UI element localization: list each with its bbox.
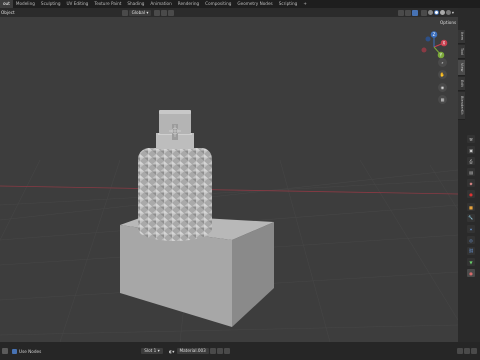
perspective-grid-icon[interactable]: ▦ [438, 95, 447, 104]
shading-options-icon[interactable]: ▾ [452, 10, 454, 15]
tab-sculpting[interactable]: Sculpting [38, 0, 64, 8]
slot-label: Slot 1 [144, 348, 157, 353]
unlink-material-icon[interactable] [223, 348, 230, 354]
snap-icon[interactable] [161, 9, 168, 16]
tab-layout[interactable]: out [0, 0, 13, 8]
scene-canvas [0, 110, 458, 342]
sidebar-tab-item[interactable]: Item [458, 30, 465, 44]
duplicate-material-icon[interactable] [209, 348, 216, 354]
options-label: Options [440, 20, 457, 25]
render-properties-icon[interactable]: ▣ [467, 146, 475, 154]
proportional-icon[interactable] [168, 9, 175, 16]
fake-user-icon[interactable] [216, 348, 223, 354]
gizmo-toggle-icon[interactable] [404, 9, 411, 16]
object-menu[interactable]: Object [1, 10, 15, 15]
perfume-bottle [138, 110, 212, 241]
gizmo-x-label: X [443, 41, 446, 46]
sidebar-tab-tool[interactable]: Tool [458, 45, 465, 59]
material-properties-icon[interactable]: ● [467, 269, 475, 277]
tab-geometry-nodes[interactable]: Geometry Nodes [234, 0, 275, 8]
world-properties-icon[interactable]: ● [467, 190, 475, 198]
slot-dropdown[interactable]: Slot 1 ▾ [141, 348, 163, 354]
material-sphere-icon[interactable]: ◐▾ [169, 349, 175, 354]
navigation-gizmo[interactable]: X Z Y [414, 31, 454, 71]
workspace-tabs: out Modeling Sculpting UV Editing Textur… [0, 0, 480, 8]
orientation-label: Global [131, 9, 145, 15]
pan-hand-icon[interactable]: ✋ [438, 70, 447, 79]
xray-icon[interactable] [420, 9, 427, 16]
gizmo-z-label: Z [433, 32, 436, 37]
tab-uv-editing[interactable]: UV Editing [63, 0, 91, 8]
shading-rendered-icon[interactable] [445, 10, 451, 15]
use-nodes-checkbox[interactable] [12, 348, 17, 354]
gizmo-y-label: Y [439, 53, 443, 58]
tab-modeling[interactable]: Modeling [13, 0, 38, 8]
shading-material-icon[interactable] [439, 10, 445, 15]
zoom-icon[interactable]: ⌕ [438, 58, 447, 67]
options-dropdown[interactable]: Options [440, 20, 456, 25]
viewport-header: Object Global ▾ ▾ [0, 8, 458, 17]
output-properties-icon[interactable]: ⎙ [467, 157, 475, 165]
tab-compositing[interactable]: Compositing [202, 0, 234, 8]
tab-shading[interactable]: Shading [124, 0, 147, 8]
use-nodes-label: Use Nodes [19, 348, 42, 354]
data-properties-icon[interactable]: ▼ [467, 258, 475, 266]
add-workspace-button[interactable]: + [300, 0, 310, 8]
editor-type-icon[interactable] [2, 348, 8, 354]
overlay-toggle-icon[interactable] [411, 9, 418, 16]
tab-rendering[interactable]: Rendering [175, 0, 202, 8]
material-label: Material.003 [179, 348, 206, 353]
sidebar-tab-edit[interactable]: Edit [458, 77, 465, 91]
pin-icon[interactable] [457, 348, 463, 354]
camera-icon[interactable]: ◉ [438, 83, 447, 92]
x-axis-line [0, 185, 458, 195]
tab-scripting[interactable]: Scripting [276, 0, 301, 8]
particles-icon[interactable]: ✶ [467, 225, 475, 233]
shading-solid-icon[interactable] [433, 10, 439, 15]
object-properties-icon[interactable]: ■ [467, 203, 475, 211]
orientation-icon [121, 9, 128, 16]
sidebar-tab-view[interactable]: View [458, 60, 465, 76]
orientation-dropdown[interactable]: Global ▾ [128, 9, 152, 16]
pivot-icon[interactable] [154, 9, 161, 16]
constraints-icon[interactable]: ⛓ [467, 247, 475, 255]
node-tree-icon[interactable] [464, 348, 470, 354]
shading-wire-icon[interactable] [427, 10, 433, 15]
modifier-properties-icon[interactable]: 🔧 [467, 214, 475, 222]
material-name-field[interactable]: Material.003 [176, 348, 209, 354]
physics-icon[interactable]: ◎ [467, 236, 475, 244]
bottom-bar: Use Nodes Slot 1 ▾ ◐▾ Material.003 [0, 342, 480, 360]
tool-properties-icon[interactable]: ⚒ [467, 135, 475, 143]
view-layer-icon[interactable]: ▤ [467, 168, 475, 176]
overlay-icon[interactable] [471, 348, 477, 354]
visibility-icon[interactable] [397, 9, 404, 16]
tab-texture-paint[interactable]: Texture Paint [91, 0, 124, 8]
sidebar-tab-blenderkit[interactable]: BlenderKit [458, 92, 465, 120]
tab-animation[interactable]: Animation [147, 0, 174, 8]
scene-properties-icon[interactable]: ◆ [467, 179, 475, 187]
viewport-3d[interactable]: X Z Y Options ⌕ ✋ ◉ ▦ [0, 17, 458, 342]
